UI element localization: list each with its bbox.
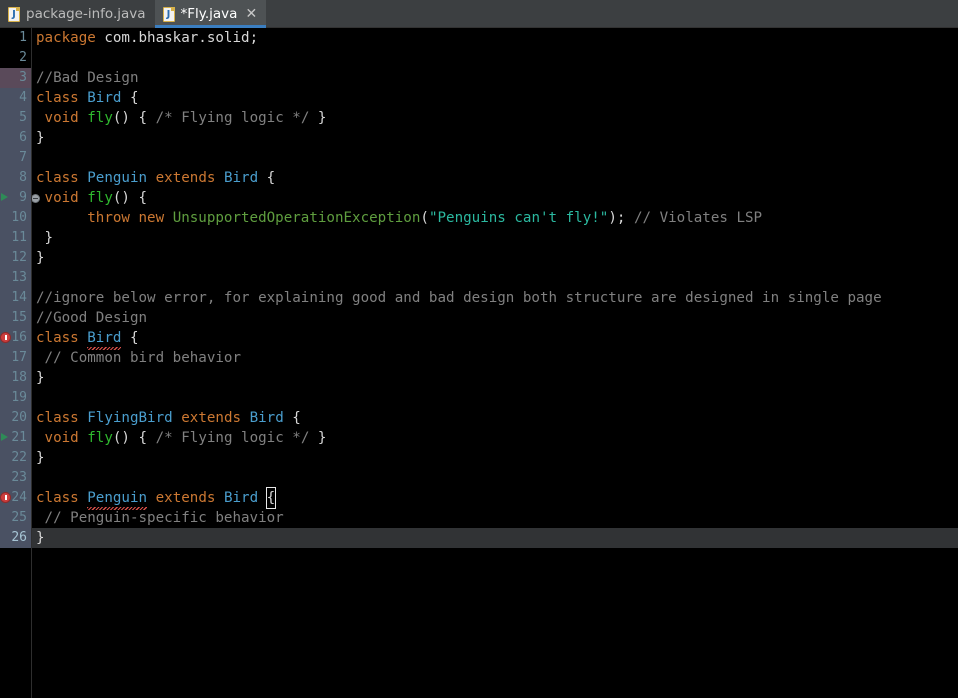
code-line-1[interactable]: package com.bhaskar.solid;	[32, 28, 958, 48]
gutter-separator	[31, 28, 32, 698]
code-line-3[interactable]: //Bad Design	[32, 68, 958, 88]
code-line-5[interactable]: void fly() { /* Flying logic */ }	[32, 108, 958, 128]
line-number-17[interactable]: 17	[0, 348, 31, 368]
code-line-11[interactable]: }	[32, 228, 958, 248]
code-line-20[interactable]: class FlyingBird extends Bird {	[32, 408, 958, 428]
editor-tab-bar: package-info.java *Fly.java ✕	[0, 0, 958, 28]
line-number-19[interactable]: 19	[0, 388, 31, 408]
line-number-column: 1 2 3 4 5 6 7 8 9 10 11 12 13 14 15 16 17 18 19 20 21 22 23 24 2…	[0, 28, 40, 548]
error-underline: Penguin	[87, 490, 148, 510]
code-line-8[interactable]: class Penguin extends Bird {	[32, 168, 958, 188]
java-file-icon	[8, 6, 20, 22]
java-file-icon	[162, 6, 175, 22]
line-number-8[interactable]: 8	[0, 168, 31, 188]
code-content-area[interactable]: package com.bhaskar.solid;//Bad Design cl…	[32, 28, 958, 698]
line-number-11[interactable]: 11	[0, 228, 31, 248]
code-line-7[interactable]	[32, 148, 958, 168]
override-method-icon[interactable]	[31, 194, 40, 203]
line-number-6[interactable]: 6	[0, 128, 31, 148]
code-line-15[interactable]: //Good Design	[32, 308, 958, 328]
line-number-2[interactable]: 2	[0, 48, 31, 68]
code-editor[interactable]: 1 2 3 4 5 6 7 8 9 10 11 12 13 14 15 16 17 18 19 20 21 22 23 24 2…	[0, 28, 958, 698]
line-number-5[interactable]: 5	[0, 108, 31, 128]
code-line-16[interactable]: class Bird {	[32, 328, 958, 350]
bracket-match-highlight: {	[265, 487, 277, 509]
line-number-15[interactable]: 15	[0, 308, 31, 328]
error-marker-icon[interactable]	[0, 492, 11, 503]
line-number-3[interactable]: 3	[0, 68, 31, 88]
line-number-7[interactable]: 7	[0, 148, 31, 168]
line-number-9[interactable]: 9	[0, 188, 40, 208]
line-number-23[interactable]: 23	[0, 468, 31, 488]
code-line-6[interactable]: }	[32, 128, 958, 148]
tab-fly-java[interactable]: *Fly.java ✕	[154, 0, 267, 28]
line-number-10[interactable]: 10	[0, 208, 31, 228]
implements-marker-icon[interactable]	[1, 433, 8, 441]
tab-label: package-info.java	[26, 6, 146, 22]
line-number-26[interactable]: 26	[0, 528, 31, 548]
line-number-4[interactable]: 4	[0, 88, 31, 108]
code-line-17[interactable]: // Common bird behavior	[32, 348, 958, 368]
code-line-14[interactable]: //ignore below error, for explaining goo…	[32, 288, 958, 308]
code-line-23[interactable]	[32, 468, 958, 488]
code-line-19[interactable]	[32, 388, 958, 408]
line-number-16[interactable]: 16	[0, 328, 31, 348]
implements-marker-icon[interactable]	[1, 193, 8, 201]
line-number-12[interactable]: 12	[0, 248, 31, 268]
line-number-22[interactable]: 22	[0, 448, 31, 468]
code-line-13[interactable]	[32, 268, 958, 288]
error-underline: Bird	[87, 330, 122, 350]
line-number-20[interactable]: 20	[0, 408, 31, 428]
code-line-21[interactable]: void fly() { /* Flying logic */ }	[32, 428, 958, 448]
line-number-24[interactable]: 24	[0, 488, 31, 508]
code-line-24[interactable]: class Penguin extends Bird {	[32, 487, 958, 510]
tab-package-info-java[interactable]: package-info.java	[0, 0, 155, 28]
code-line-18[interactable]: }	[32, 368, 958, 388]
line-number-25[interactable]: 25	[0, 508, 31, 528]
code-line-25[interactable]: // Penguin-specific behavior	[32, 508, 958, 528]
code-line-9[interactable]: void fly() {	[32, 188, 958, 208]
close-icon[interactable]: ✕	[245, 0, 257, 28]
code-line-2[interactable]	[32, 48, 958, 68]
line-number-14[interactable]: 14	[0, 288, 31, 308]
line-number-18[interactable]: 18	[0, 368, 31, 388]
line-number-1[interactable]: 1	[0, 28, 31, 48]
line-number-21[interactable]: 21	[0, 428, 31, 448]
error-marker-icon[interactable]	[0, 332, 11, 343]
tab-label: *Fly.java	[180, 6, 238, 22]
line-number-13[interactable]: 13	[0, 268, 31, 288]
code-line-10[interactable]: throw new UnsupportedOperationException(…	[32, 208, 958, 228]
code-line-26[interactable]: }	[32, 528, 958, 548]
code-line-22[interactable]: }	[32, 448, 958, 468]
code-line-12[interactable]: }	[32, 248, 958, 268]
code-line-4[interactable]: class Bird {	[32, 88, 958, 108]
